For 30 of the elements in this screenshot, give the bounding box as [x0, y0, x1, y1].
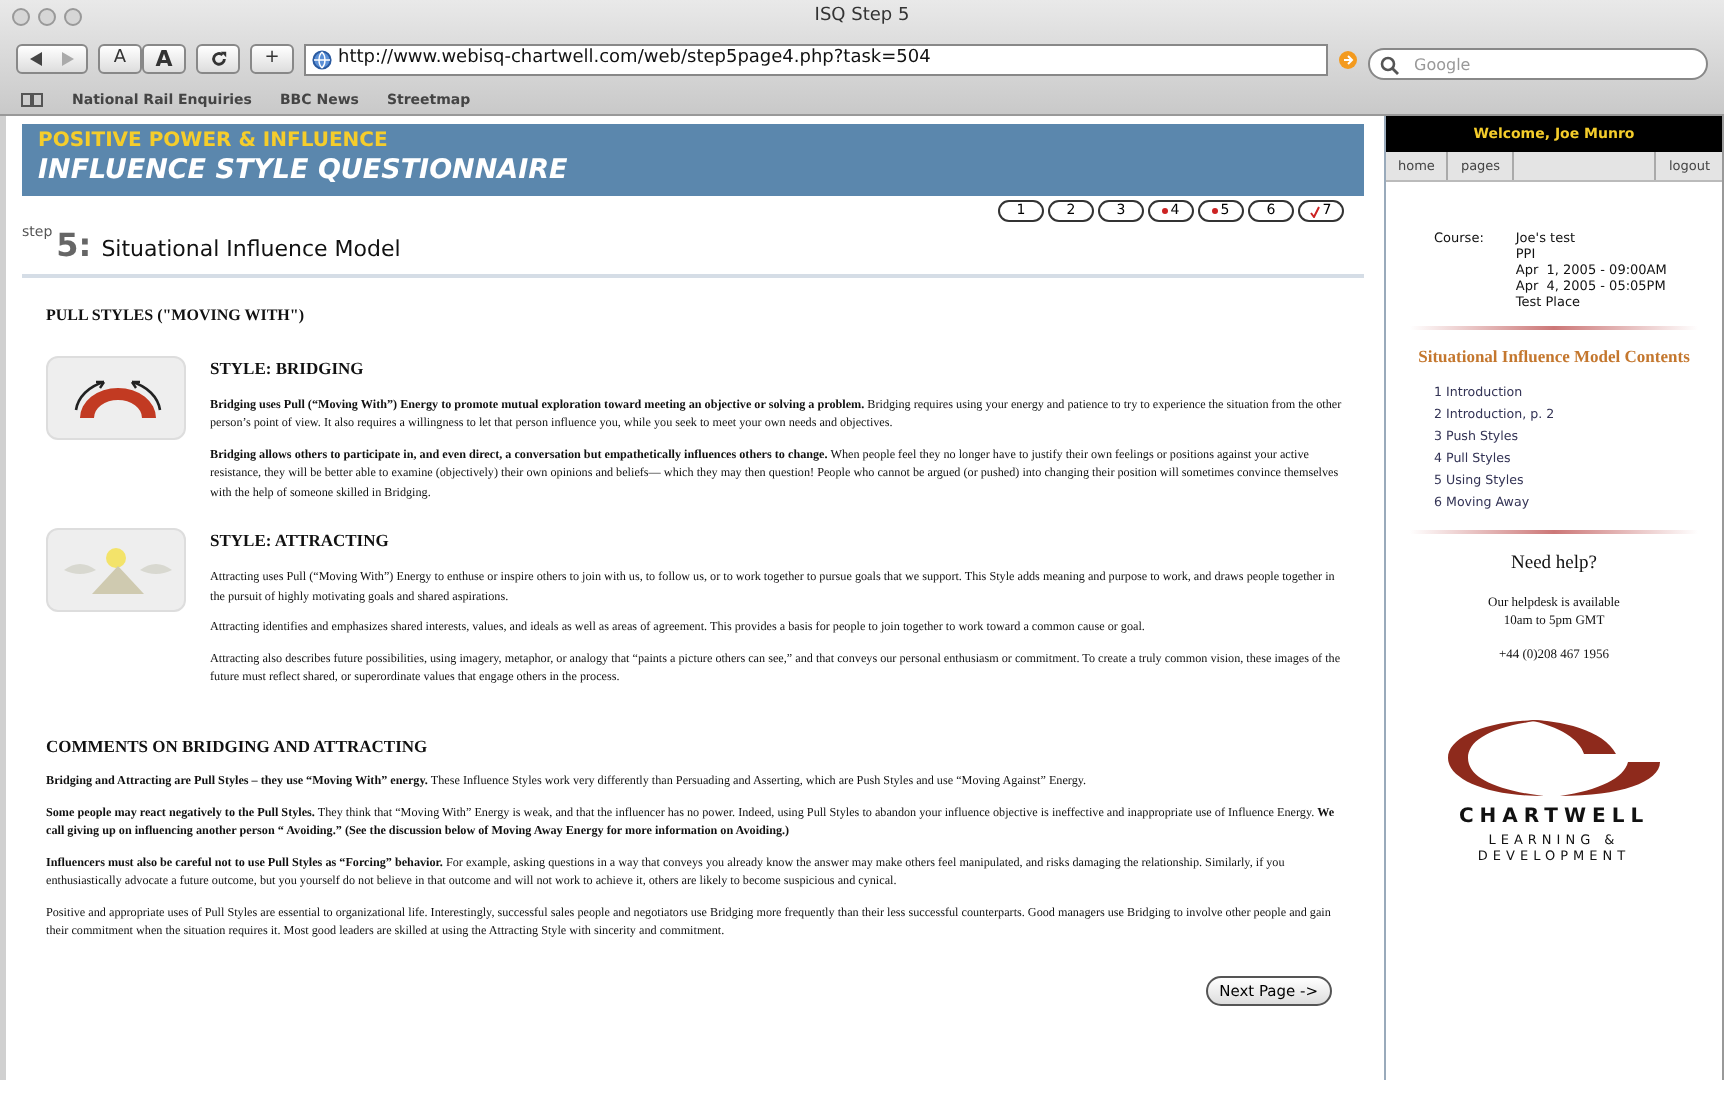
- reload-icon[interactable]: [209, 50, 227, 68]
- window-title: ISQ Step 5: [814, 6, 910, 26]
- text-bigger-button[interactable]: A: [142, 44, 186, 74]
- step-number: 5:: [56, 224, 92, 268]
- logo-icon: [1444, 714, 1664, 802]
- started-dot-icon: [1212, 208, 1219, 214]
- help-title: Need help?: [1509, 552, 1599, 578]
- globe-icon: [312, 49, 332, 69]
- banner-subtitle: POSITIVE POWER & INFLUENCE: [38, 130, 390, 154]
- logo-name: CHARTWELL: [1458, 804, 1650, 832]
- text-smaller-button[interactable]: A: [98, 44, 142, 74]
- started-dot-icon: [1162, 208, 1169, 214]
- style-heading: STYLE: BRIDGING: [210, 356, 366, 382]
- back-forward-buttons[interactable]: [16, 44, 88, 74]
- address-field[interactable]: http://www.webisq-chartwell.com/web/step5page4.php?task=504: [304, 43, 1328, 75]
- banner-title: INFLUENCE STYLE QUESTIONNAIRE: [38, 154, 570, 188]
- back-forward-icon[interactable]: [26, 50, 78, 68]
- attracting-icon: [46, 528, 186, 613]
- book-icon[interactable]: [20, 92, 44, 108]
- add-bookmark-button[interactable]: +: [250, 44, 294, 74]
- step-title: Situational Influence Model: [101, 234, 401, 266]
- contents-title: Situational Influence Model Contents: [1416, 346, 1692, 366]
- search-field[interactable]: Google: [1368, 48, 1708, 80]
- section-heading: PULL STYLES ("MOVING WITH"): [46, 304, 306, 328]
- style-heading: STYLE: ATTRACTING: [210, 528, 391, 554]
- check-icon: [1310, 205, 1321, 217]
- bridging-icon: [46, 356, 186, 440]
- reload-button[interactable]: [196, 44, 240, 74]
- search-icon[interactable]: [1380, 56, 1400, 77]
- comments-heading: COMMENTS ON BRIDGING AND ATTRACTING: [46, 733, 430, 759]
